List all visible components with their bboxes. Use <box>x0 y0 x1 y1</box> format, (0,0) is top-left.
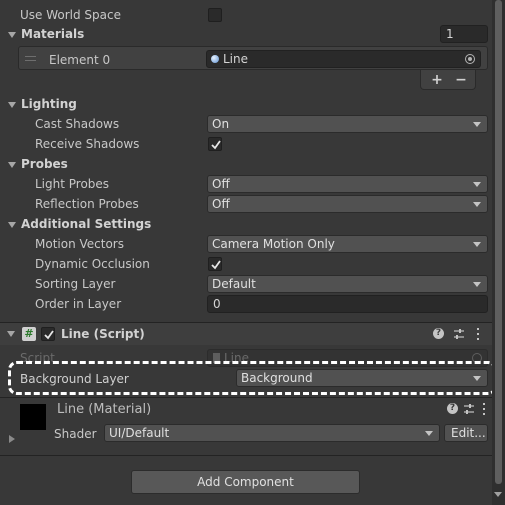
shader-dropdown[interactable]: UI/Default <box>104 424 440 442</box>
checkmark-icon <box>211 140 221 150</box>
add-element-button[interactable]: + <box>430 71 444 89</box>
material-foldout-arrow[interactable] <box>9 435 15 443</box>
light-probes-dropdown[interactable]: Off <box>207 175 488 193</box>
order-in-layer-label: Order in Layer <box>35 297 122 311</box>
additional-settings-section-header[interactable]: Additional Settings <box>21 216 151 232</box>
line-script-title: Line (Script) <box>61 327 145 341</box>
materials-size-field[interactable]: 1 <box>440 25 488 43</box>
checkmark-icon <box>44 330 54 340</box>
line-script-foldout-arrow[interactable] <box>7 331 15 337</box>
dynamic-occlusion-checkbox[interactable] <box>208 257 222 271</box>
presets-sliders-icon[interactable] <box>453 328 465 340</box>
lighting-section-header[interactable]: Lighting <box>21 96 77 112</box>
reflection-probes-value: Off <box>212 197 230 211</box>
material-preview-swatch <box>20 404 46 430</box>
use-world-space-label: Use World Space <box>20 8 122 22</box>
chevron-down-icon <box>473 122 481 127</box>
material-title: Line (Material) <box>57 402 152 417</box>
material-sphere-icon <box>211 55 219 63</box>
help-icon[interactable]: ? <box>433 328 444 339</box>
order-in-layer-field[interactable]: 0 <box>207 295 488 313</box>
chevron-down-icon <box>473 182 481 187</box>
cast-shadows-value: On <box>212 117 230 131</box>
dynamic-occlusion-label: Dynamic Occlusion <box>35 257 150 271</box>
motion-vectors-dropdown[interactable]: Camera Motion Only <box>207 235 488 253</box>
line-script-enabled-checkbox[interactable] <box>41 327 55 341</box>
object-picker-icon[interactable] <box>465 54 475 64</box>
add-component-button[interactable]: Add Component <box>131 470 360 494</box>
material-presets-icon[interactable] <box>463 403 475 415</box>
motion-vectors-value: Camera Motion Only <box>212 237 335 251</box>
material-divider <box>0 397 492 398</box>
material-kebab-menu-icon[interactable] <box>481 402 487 416</box>
reflection-probes-label: Reflection Probes <box>35 197 139 211</box>
shader-value: UI/Default <box>109 426 170 440</box>
cast-shadows-dropdown[interactable]: On <box>207 115 488 133</box>
materials-foldout-arrow[interactable] <box>8 32 16 38</box>
sorting-layer-value: Default <box>212 277 256 291</box>
sorting-layer-dropdown[interactable]: Default <box>207 275 488 293</box>
lighting-foldout-arrow[interactable] <box>8 102 16 108</box>
sorting-layer-label: Sorting Layer <box>35 277 116 291</box>
scroll-down-arrow-icon[interactable] <box>494 492 502 497</box>
chevron-down-icon <box>473 242 481 247</box>
additional-settings-foldout-arrow[interactable] <box>8 222 16 228</box>
kebab-menu-icon[interactable] <box>475 327 481 341</box>
material-help-icon[interactable]: ? <box>447 403 458 414</box>
element-0-label: Element 0 <box>49 53 111 67</box>
shader-edit-button[interactable]: Edit... <box>444 424 488 442</box>
receive-shadows-label: Receive Shadows <box>35 137 140 151</box>
checkmark-icon <box>211 260 221 270</box>
light-probes-label: Light Probes <box>35 177 110 191</box>
light-probes-value: Off <box>212 177 230 191</box>
receive-shadows-checkbox[interactable] <box>208 137 222 151</box>
highlight-dashed-outline <box>8 361 497 395</box>
materials-section-header[interactable]: Materials <box>21 26 84 42</box>
vertical-scrollbar[interactable] <box>492 0 505 505</box>
motion-vectors-label: Motion Vectors <box>35 237 124 251</box>
probes-section-header[interactable]: Probes <box>21 156 68 172</box>
script-hash-icon: # <box>22 327 36 341</box>
drag-handle-icon[interactable] <box>25 56 36 61</box>
chevron-down-icon <box>473 202 481 207</box>
cast-shadows-label: Cast Shadows <box>35 117 120 131</box>
shader-label: Shader <box>54 427 97 441</box>
remove-element-button[interactable]: − <box>454 71 468 89</box>
element-0-material-value: Line <box>223 52 249 66</box>
use-world-space-checkbox[interactable] <box>208 8 222 22</box>
reflection-probes-dropdown[interactable]: Off <box>207 195 488 213</box>
footer-divider <box>0 455 492 456</box>
scrollbar-thumb[interactable] <box>495 0 502 484</box>
probes-foldout-arrow[interactable] <box>8 162 16 168</box>
inspector-panel: Use World Space Materials 1 Element 0 Li… <box>0 0 497 505</box>
chevron-down-icon <box>425 431 433 436</box>
chevron-down-icon <box>473 282 481 287</box>
element-0-material-field[interactable]: Line <box>206 50 481 68</box>
